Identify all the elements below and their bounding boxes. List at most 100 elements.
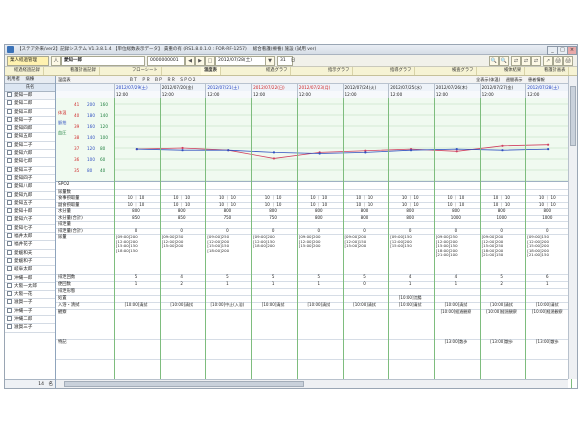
record-cell[interactable]: 10 ｜ 10 — [525, 202, 569, 208]
patient-list-item[interactable]: 愛知一郎 — [5, 92, 55, 101]
patient-list-item[interactable]: 愛知二郎 — [5, 100, 55, 109]
record-cell[interactable]: 1 — [297, 281, 341, 286]
calendar-icon[interactable]: □ — [205, 56, 215, 66]
record-cell[interactable]: 1000 — [525, 215, 569, 220]
patient-checkbox[interactable] — [7, 291, 12, 297]
record-cell[interactable]: 1 — [434, 281, 478, 286]
patient-checkbox[interactable] — [7, 316, 12, 322]
record-cell[interactable]: 0 — [160, 228, 204, 233]
zoom-in-icon[interactable]: 🔍 — [489, 56, 499, 66]
patient-list-item[interactable]: 福井太郎 — [5, 233, 55, 242]
patient-list-item[interactable]: 愛知三子 — [5, 166, 55, 175]
record-cell[interactable]: 10 ｜ 10 — [525, 195, 569, 201]
patient-list-item[interactable]: 愛知十郎 — [5, 208, 55, 217]
record-cell[interactable]: 850 — [114, 215, 158, 220]
patient-checkbox[interactable] — [7, 249, 12, 255]
record-cell[interactable]: 10 ｜ 10 — [343, 195, 387, 201]
patient-list-item[interactable]: 愛知六郎 — [5, 150, 55, 159]
record-cell[interactable]: 800 — [525, 208, 569, 213]
record-cell[interactable]: [10:00]清拭 — [343, 302, 387, 308]
patient-list-item[interactable]: 福井花子 — [5, 241, 55, 250]
zoom-out-icon[interactable]: 🔍 — [499, 56, 509, 66]
patient-checkbox[interactable] — [7, 166, 12, 172]
record-cell[interactable]: 10 ｜ 10 — [160, 202, 204, 208]
record-cell[interactable]: 5 — [251, 274, 295, 279]
record-cell[interactable]: 10 ｜ 10 — [434, 195, 478, 201]
swap-icon[interactable]: ⇄ — [511, 56, 521, 66]
record-cell[interactable]: 10 ｜ 10 — [205, 195, 249, 201]
urine-note[interactable]: [09:00]200 [12:00]150 [15:00]200 — [345, 234, 367, 249]
vertical-scroll-thumb[interactable] — [570, 86, 576, 146]
sync-icon[interactable]: ⇄ — [531, 56, 541, 66]
date-dropdown-button[interactable]: ▼ — [265, 56, 275, 66]
patient-checkbox[interactable] — [7, 324, 12, 330]
display-options-label[interactable]: 温度表 ＢＴ ＰＲ ＢＰ ＲＲ ＳＰＯ２ — [58, 76, 196, 83]
record-cell[interactable]: 1 — [525, 281, 569, 286]
urine-note[interactable]: [09:00]250 [12:00]200 [15:00]200 — [162, 234, 184, 249]
record-cell[interactable]: [13:00]散歩 — [525, 339, 569, 345]
record-cell[interactable]: 850 — [160, 215, 204, 220]
patient-checkbox[interactable] — [7, 257, 12, 263]
record-cell[interactable]: 4 — [434, 274, 478, 279]
date-field[interactable]: 2012/07/28(土) — [215, 56, 267, 66]
record-cell[interactable]: 10 ｜ 10 — [297, 195, 341, 201]
record-cell[interactable]: [10:00]中止(入浴) — [205, 302, 249, 308]
record-cell[interactable]: 800 — [205, 208, 249, 213]
tab-instruction-graph[interactable]: 指示グラフ — [325, 67, 354, 75]
record-cell[interactable]: 10 ｜ 10 — [480, 202, 524, 208]
record-cell[interactable]: 2 — [160, 281, 204, 286]
record-cell[interactable]: 1000 — [434, 215, 478, 220]
patient-list-item[interactable]: 大阪一花 — [5, 291, 55, 300]
record-cell[interactable]: 10 ｜ 10 — [388, 195, 432, 201]
record-cell[interactable]: 10 ｜ 10 — [343, 202, 387, 208]
patient-checkbox[interactable] — [7, 282, 12, 288]
horizontal-scroll-thumb[interactable] — [64, 381, 304, 387]
urine-note[interactable]: [09:00]150 [12:00]200 [15:00]150 — [390, 234, 412, 249]
record-cell[interactable]: 5 — [205, 274, 249, 279]
urine-note[interactable]: [09:00]200 [12:00]200 [15:00]250 [18:00]… — [482, 234, 504, 258]
prev-date-button[interactable]: ◀ — [185, 56, 195, 66]
record-cell[interactable]: [10:00]清拭 — [480, 302, 524, 308]
patient-checkbox[interactable] — [7, 191, 12, 197]
patient-checkbox[interactable] — [7, 208, 12, 214]
urine-note[interactable]: [09:00]250 [12:00]200 [15:00]150 [18:00]… — [207, 234, 229, 253]
record-cell[interactable]: 0 — [480, 228, 524, 233]
record-cell[interactable]: 10 ｜ 10 — [160, 195, 204, 201]
patient-list-item[interactable]: 沖縄一子 — [5, 307, 55, 317]
patient-list-item[interactable]: 愛知二子 — [5, 141, 55, 151]
record-cell[interactable]: 800 — [434, 208, 478, 213]
patient-list-item[interactable]: 愛知三郎 — [5, 108, 55, 117]
record-cell[interactable]: 10 ｜ 10 — [114, 195, 158, 201]
record-cell[interactable]: 0 — [388, 228, 432, 233]
tab-nursing-plan-record[interactable]: 看護計画記録 — [67, 67, 100, 75]
tab-flowsheet[interactable]: フローシート — [129, 67, 162, 75]
record-cell[interactable]: 6 — [525, 274, 569, 279]
record-cell[interactable]: [10:00]経過観察 — [480, 309, 524, 315]
patient-list-item[interactable]: 滋賀三子 — [5, 324, 55, 333]
transfer-icon[interactable]: ⇄ — [521, 56, 531, 66]
record-cell[interactable]: 800 — [251, 208, 295, 213]
urine-note[interactable]: [09:00]200 [12:00]200 [15:00]150 [18:00]… — [116, 234, 138, 253]
record-cell[interactable]: [10:00]清拭 — [297, 302, 341, 308]
record-cell[interactable]: 10 ｜ 10 — [251, 195, 295, 201]
record-cell[interactable]: [10:00]清拭 — [114, 302, 158, 308]
patient-list-item[interactable]: 岐阜太郎 — [5, 266, 55, 275]
record-cell[interactable]: [10:00]清拭 — [525, 302, 569, 308]
record-cell[interactable]: 2 — [480, 281, 524, 286]
record-cell[interactable]: 800 — [297, 208, 341, 213]
record-cell[interactable]: 800 — [480, 208, 524, 213]
record-cell[interactable]: 4 — [388, 274, 432, 279]
urine-note[interactable]: [09:00]200 [12:00]200 [15:00]200 — [299, 234, 321, 249]
record-manage-button[interactable]: 業人経過管理 — [7, 56, 49, 66]
patient-checkbox[interactable] — [7, 150, 12, 156]
record-cell[interactable]: 5 — [343, 274, 387, 279]
record-cell[interactable]: 10 ｜ 10 — [297, 202, 341, 208]
patient-checkbox[interactable] — [7, 199, 12, 205]
patient-checkbox[interactable] — [7, 141, 12, 147]
tab-specimen-result[interactable]: 検体結果 — [501, 67, 526, 75]
record-cell[interactable]: [13:00]散歩 — [434, 339, 478, 345]
record-cell[interactable]: 1 — [205, 281, 249, 286]
patient-checkbox[interactable] — [7, 266, 12, 272]
record-cell[interactable]: 750 — [251, 215, 295, 220]
display-options-right[interactable]: 全表示(体温) 週間表示 患者情報 — [476, 76, 545, 83]
